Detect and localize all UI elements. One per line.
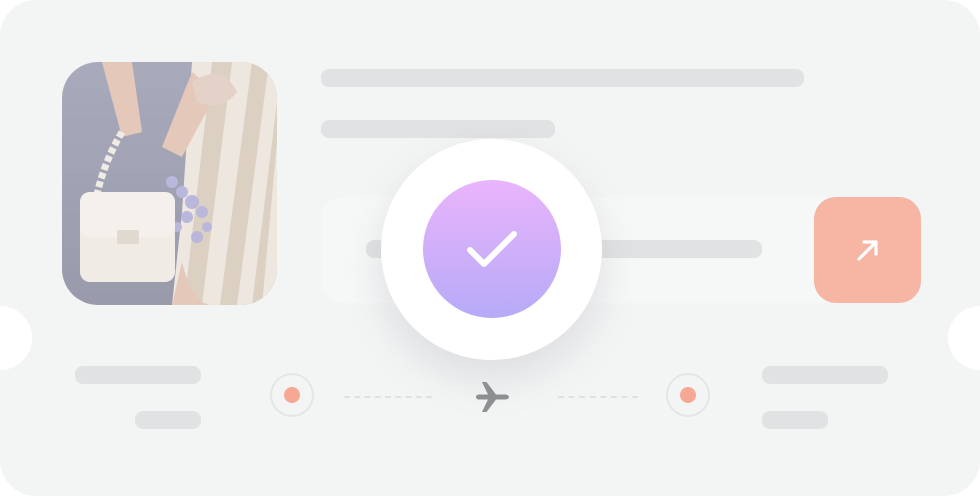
destination-dot-icon [666, 373, 710, 417]
arrival-label-placeholder [762, 366, 888, 384]
destination-dot-core [680, 387, 696, 403]
departure-value-placeholder [135, 411, 201, 429]
airplane-icon [474, 380, 510, 414]
product-photo [62, 62, 277, 305]
departure-label-placeholder [75, 366, 201, 384]
open-details-button[interactable] [814, 197, 921, 303]
route-dash-left [344, 396, 432, 398]
info-placeholder-bar-right [582, 240, 762, 258]
origin-dot-core [284, 387, 300, 403]
title-placeholder-bar [321, 69, 804, 87]
confirmation-badge [423, 180, 561, 318]
arrow-up-right-icon [856, 240, 878, 261]
illustration-stage [0, 0, 980, 496]
route-dash-right [558, 396, 638, 398]
handbag-photo-illustration [62, 62, 277, 305]
origin-dot-icon [270, 373, 314, 417]
check-icon [467, 231, 517, 267]
airplane-glyph [476, 382, 509, 412]
subtitle-placeholder-bar [321, 120, 555, 138]
arrival-value-placeholder [762, 411, 828, 429]
